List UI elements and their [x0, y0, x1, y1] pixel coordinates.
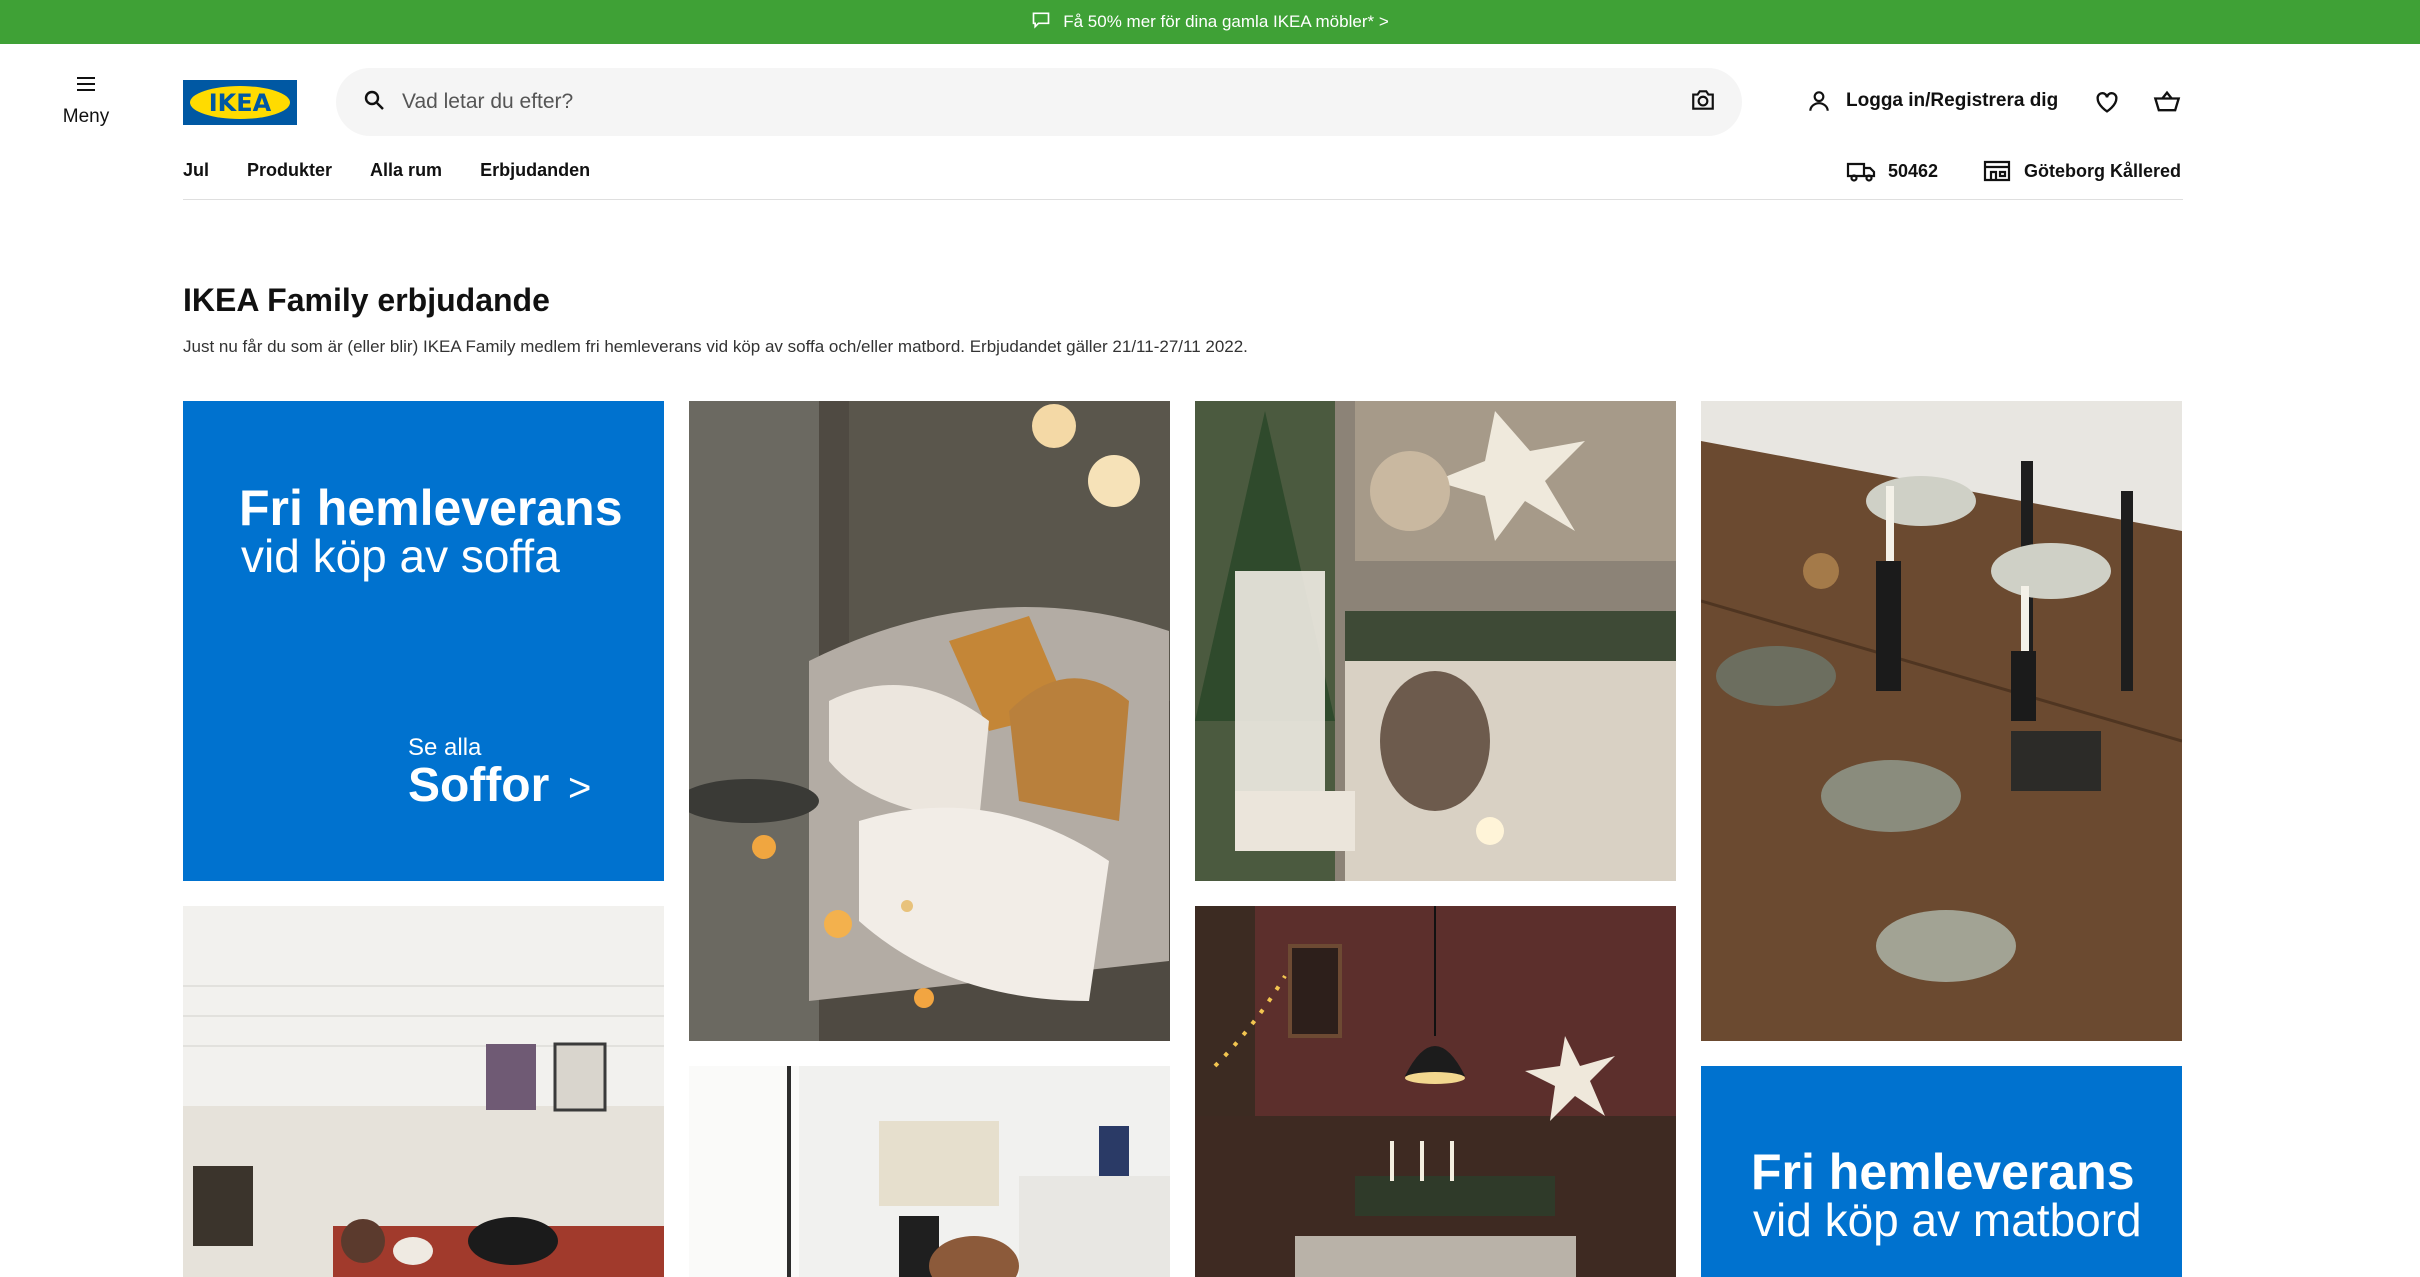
nav-item-produkter[interactable]: Produkter	[247, 160, 332, 181]
menu-label: Meny	[62, 106, 110, 127]
table-promo-subline: vid köp av matbord	[1753, 1194, 2142, 1246]
cart-button[interactable]	[2153, 88, 2181, 121]
postal-code-selector[interactable]: 50462	[1846, 158, 1938, 184]
hamburger-icon	[77, 77, 95, 91]
living-room-photo[interactable]	[183, 906, 664, 1277]
dining-room-lamp-photo[interactable]	[1195, 906, 1676, 1277]
nav-item-alla-rum[interactable]: Alla rum	[370, 160, 442, 181]
camera-icon[interactable]	[1690, 87, 1716, 118]
login-link[interactable]: Logga in/Registrera dig	[1806, 88, 2058, 114]
postal-code: 50462	[1888, 160, 1939, 181]
ikea-logo[interactable]: IKEA	[183, 80, 297, 125]
promo-bar[interactable]: Få 50% mer för dina gamla IKEA möbler* >	[0, 0, 2420, 44]
login-label: Logga in/Registrera dig	[1846, 90, 2059, 111]
sofa-promo-tile[interactable]: Fri hemleverans vid köp av soffa Se alla…	[183, 401, 664, 881]
nav-item-jul[interactable]: Jul	[183, 160, 209, 181]
search-input[interactable]	[402, 90, 1690, 114]
dining-table-photo[interactable]	[1701, 401, 2182, 1041]
nav-item-erbjudanden[interactable]: Erbjudanden	[480, 160, 590, 181]
heart-icon	[2096, 92, 2118, 113]
sofa-cta-big: Soffor	[408, 759, 550, 812]
user-icon	[1809, 91, 1829, 111]
sofa-promo-subline: vid köp av soffa	[241, 530, 560, 582]
truck-icon	[1846, 162, 1876, 182]
promo-text[interactable]: Få 50% mer för dina gamla IKEA möbler* >	[1063, 12, 1389, 32]
favourites-button[interactable]	[2093, 88, 2121, 121]
chat-icon	[1031, 10, 1051, 35]
store-selector[interactable]: Göteborg Kållered	[1982, 158, 2181, 184]
menu-button[interactable]: Meny	[55, 72, 117, 128]
table-promo-tile[interactable]: Fri hemleverans vid köp av matbord	[1701, 1066, 2182, 1277]
header-divider	[183, 199, 2183, 200]
store-name: Göteborg Kållered	[2024, 160, 2182, 181]
store-icon	[1983, 160, 2011, 182]
chevron-right-icon: >	[568, 766, 592, 810]
cart-icon	[2153, 90, 2181, 112]
bright-room-photo[interactable]	[689, 1066, 1170, 1277]
search-icon[interactable]	[362, 88, 386, 117]
page-title: IKEA Family erbjudande	[183, 282, 550, 318]
sofa-photo[interactable]	[689, 401, 1170, 1041]
christmas-table-photo[interactable]	[1195, 401, 1676, 881]
main-nav: Jul Produkter Alla rum Erbjudanden	[183, 160, 590, 181]
search-bar[interactable]	[336, 68, 1742, 136]
page-description: Just nu får du som är (eller blir) IKEA …	[183, 337, 1248, 356]
logo-text: IKEA	[208, 88, 272, 117]
